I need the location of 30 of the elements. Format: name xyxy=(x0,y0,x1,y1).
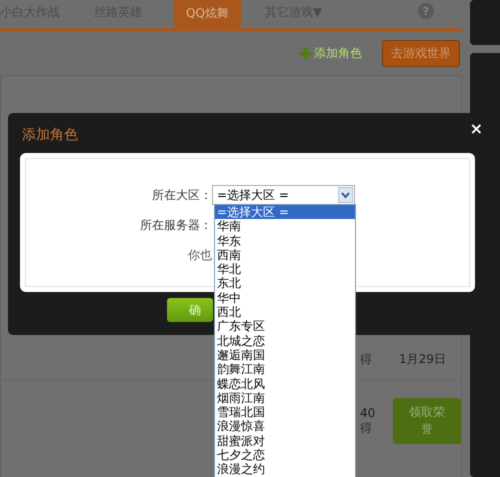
dropdown-option[interactable]: 华北 xyxy=(215,262,355,276)
dropdown-option[interactable]: 雪瑞北国 xyxy=(215,405,355,420)
dropdown-option[interactable]: 北城之恋 xyxy=(215,334,355,348)
dropdown-option[interactable]: 七夕之恋 xyxy=(215,448,355,462)
dropdown-option[interactable]: 蝶恋北风 xyxy=(215,376,355,391)
side-panel xyxy=(470,0,500,45)
dialog-title: 添加角色 xyxy=(22,126,78,144)
dropdown-option[interactable]: 华东 xyxy=(215,234,355,248)
dropdown-option[interactable]: 烟雨江南 xyxy=(215,390,355,406)
dropdown-option[interactable]: 西北 xyxy=(215,305,355,320)
plus-icon xyxy=(299,46,312,60)
dropdown-option[interactable]: 华中 xyxy=(215,290,355,306)
date-text: 1月29日 xyxy=(399,351,446,368)
dropdown-option[interactable]: 甜蜜派对 xyxy=(215,434,355,448)
dropdown-option[interactable]: 西南 xyxy=(215,248,355,262)
dropdown-option[interactable]: 广东专区 xyxy=(215,319,355,334)
dropdown-option[interactable]: =选择大区 = xyxy=(215,205,355,220)
dropdown-option[interactable]: 韵舞江南 xyxy=(215,362,355,377)
close-button[interactable]: × xyxy=(470,121,483,137)
status-text: 得 xyxy=(360,351,372,368)
dropdown-option[interactable]: 东北 xyxy=(215,276,355,291)
field-label: 所在服务器： xyxy=(139,217,212,234)
hint-text: 你也 xyxy=(187,247,212,264)
status-text: 得 xyxy=(360,420,372,436)
dropdown-option[interactable]: 邂逅南国 xyxy=(215,348,355,362)
dropdown-option[interactable]: 浪漫之约 xyxy=(215,462,355,477)
points-text: 40 xyxy=(360,406,376,420)
dropdown-option[interactable]: 华南 xyxy=(215,219,355,234)
dropdown-option[interactable]: 浪漫惊喜 xyxy=(215,419,355,434)
field-label: 所在大区： xyxy=(151,187,212,204)
